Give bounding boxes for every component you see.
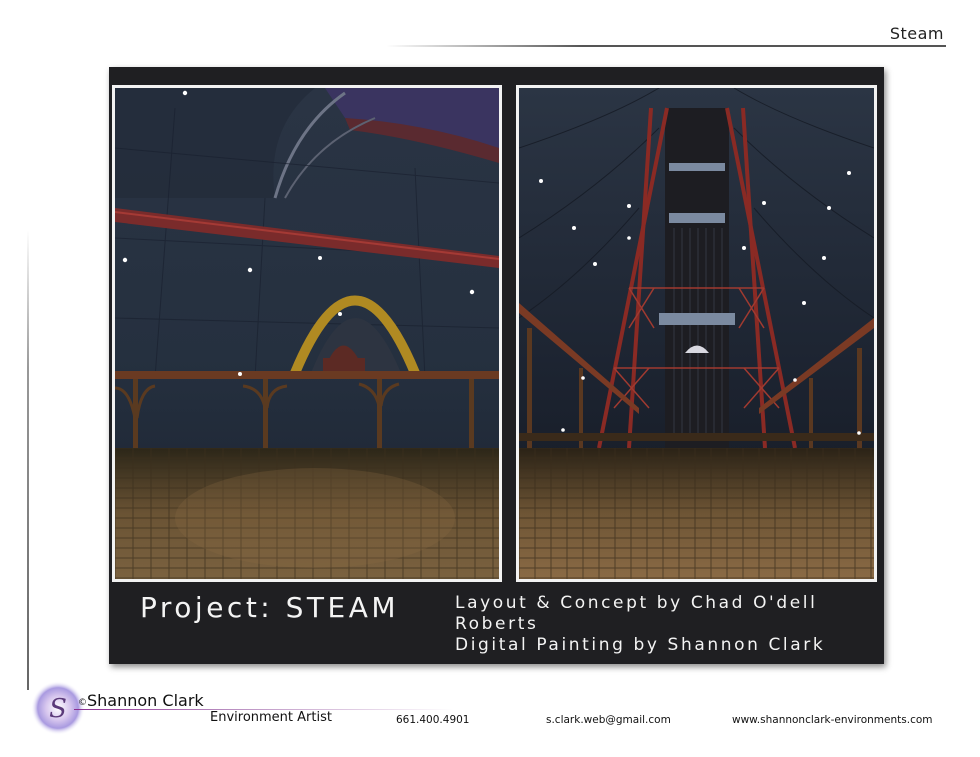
left-margin-divider: [27, 230, 29, 690]
header-divider: [386, 45, 946, 47]
page-title: Steam: [889, 24, 944, 43]
artist-name-text: Shannon Clark: [87, 691, 204, 710]
copyright-symbol: ©: [78, 698, 87, 708]
project-title: Project: STEAM: [140, 591, 400, 624]
hall-painting-illustration: [115, 88, 499, 579]
artist-name: ©Shannon Clark: [78, 691, 204, 710]
credits-block: Layout & Concept by Chad O'dell Roberts …: [455, 593, 875, 656]
concept-painting-hall: [112, 85, 502, 582]
contact-phone: 661.400.4901: [396, 714, 470, 726]
credit-line: Roberts: [455, 614, 539, 634]
artist-role: Environment Artist: [210, 710, 332, 725]
credit-line: Layout & Concept by Chad O'dell: [455, 593, 818, 613]
concept-painting-tower: [516, 85, 877, 582]
logo-letter: S: [49, 694, 67, 724]
contact-website[interactable]: www.shannonclark-environments.com: [732, 714, 933, 726]
credit-line: Digital Painting by Shannon Clark: [455, 635, 826, 655]
tower-painting-illustration: [519, 88, 874, 579]
contact-email[interactable]: s.clark.web@gmail.com: [546, 714, 671, 726]
presentation-board: Project: STEAM Layout & Concept by Chad …: [109, 67, 884, 664]
